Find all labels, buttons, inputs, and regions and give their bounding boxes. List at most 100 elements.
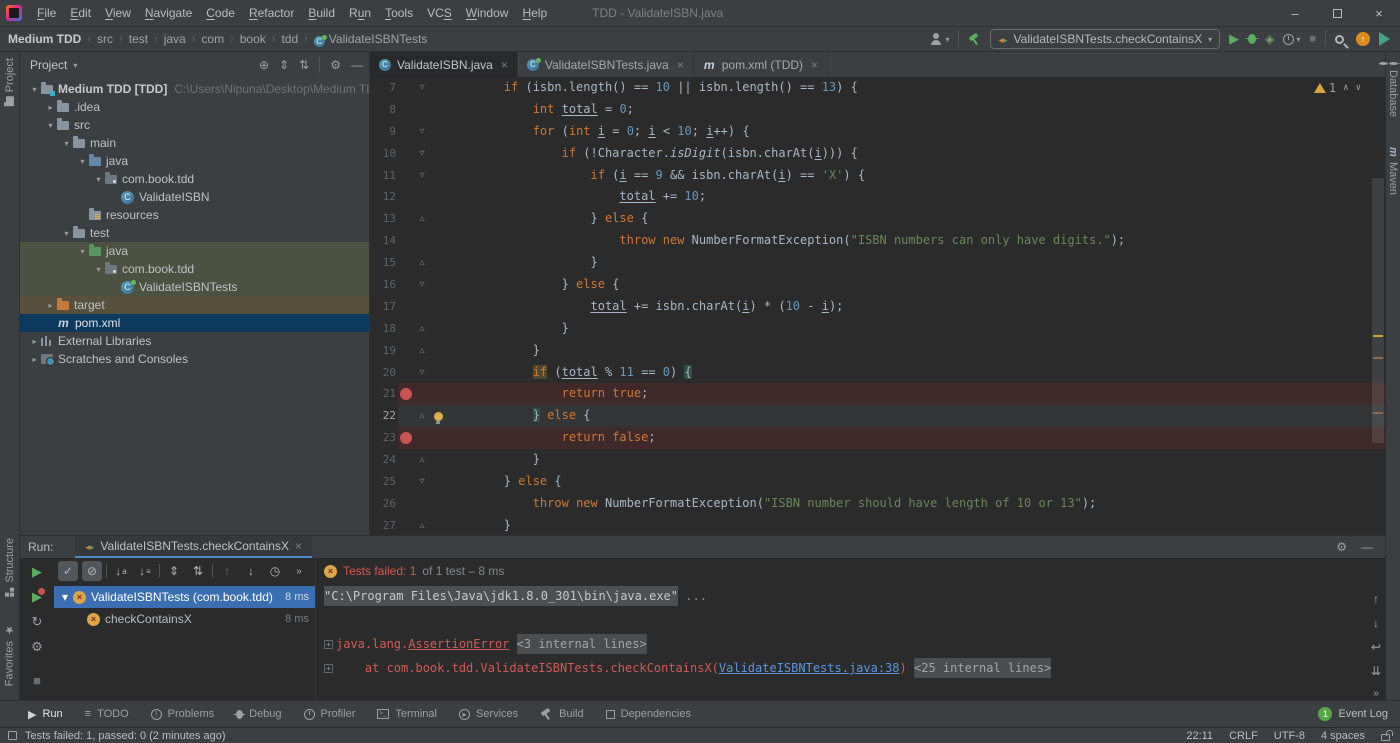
profiler-button[interactable]: ▾ xyxy=(1283,34,1300,45)
line-number[interactable]: 9 xyxy=(370,121,398,143)
line-number[interactable]: 17 xyxy=(370,296,398,318)
breadcrumb-item[interactable]: Medium TDD xyxy=(6,32,83,46)
fold-gutter[interactable] xyxy=(414,427,430,449)
next-problem-button[interactable]: ∨ xyxy=(1356,83,1361,93)
fold-gutter[interactable]: ▿ xyxy=(414,274,430,296)
tree-chevron-icon[interactable]: ▾ xyxy=(92,265,105,274)
tree-chevron-icon[interactable]: ▸ xyxy=(28,337,41,346)
fold-gutter[interactable]: ▿ xyxy=(414,471,430,493)
fold-gutter[interactable] xyxy=(414,296,430,318)
fold-marker-icon[interactable]: ▵ xyxy=(419,515,424,535)
fold-gutter[interactable]: ▵ xyxy=(414,340,430,362)
tool-window-button-todo[interactable]: ≡TODO xyxy=(85,708,129,720)
fold-gutter[interactable]: ▿ xyxy=(414,165,430,187)
build-project-button[interactable] xyxy=(968,33,981,46)
tree-chevron-icon[interactable]: ▾ xyxy=(28,85,41,94)
tree-chevron-icon[interactable]: ▾ xyxy=(44,121,57,130)
test-history-button[interactable]: ◷ xyxy=(265,561,285,581)
fold-marker-icon[interactable]: ▿ xyxy=(419,471,424,493)
clock-widget[interactable]: 22:11 xyxy=(1186,730,1213,742)
menu-item-tools[interactable]: Tools xyxy=(378,3,420,23)
show-passed-button[interactable]: ✓ xyxy=(58,561,78,581)
search-everywhere-button[interactable] xyxy=(1335,35,1344,44)
settings-gear-icon[interactable]: ⚙ xyxy=(1336,540,1347,554)
encoding-widget[interactable]: UTF-8 xyxy=(1274,730,1305,742)
fold-gutter[interactable]: ▿ xyxy=(414,143,430,165)
scroll-to-end-button[interactable]: ⇊ xyxy=(1371,664,1381,678)
event-log-button[interactable]: 1 Event Log xyxy=(1318,707,1388,721)
fold-marker-icon[interactable]: ▿ xyxy=(419,274,424,296)
breakpoint-gutter[interactable] xyxy=(398,383,414,405)
vcs-user-button[interactable]: ▾ xyxy=(930,33,949,45)
code-editor[interactable]: 7▿ if (isbn.length() == 10 || isbn.lengt… xyxy=(370,77,1385,535)
expand-all-button[interactable]: ⇕ xyxy=(164,561,184,581)
breakpoint-gutter[interactable] xyxy=(398,252,414,274)
tool-window-button-services[interactable]: ▸Services xyxy=(459,708,518,720)
fold-marker-icon[interactable]: ▵ xyxy=(419,208,424,230)
tool-stripe-favorites[interactable]: Favorites★ xyxy=(3,623,16,686)
fold-marker-icon[interactable]: ▿ xyxy=(419,165,424,187)
rerun-failed-tests-button[interactable]: ▶ xyxy=(32,589,42,605)
fold-gutter[interactable]: ▿ xyxy=(414,121,430,143)
next-failed-button[interactable]: ↓ xyxy=(241,561,261,581)
tree-chevron-icon[interactable]: ▾ xyxy=(92,175,105,184)
line-number[interactable]: 22 xyxy=(370,405,398,427)
indent-widget[interactable]: 4 spaces xyxy=(1321,730,1365,742)
update-notification-button[interactable]: ↑ xyxy=(1356,32,1370,46)
fold-gutter[interactable] xyxy=(414,186,430,208)
expand-all-button[interactable]: ⇕ xyxy=(279,58,289,72)
tool-stripe-project[interactable]: Project xyxy=(4,58,16,105)
intention-bulb-icon[interactable] xyxy=(434,412,443,421)
breakpoint-icon[interactable] xyxy=(400,432,412,444)
tool-stripe-structure[interactable]: Structure xyxy=(4,538,16,597)
show-ignored-button[interactable]: ⊘ xyxy=(82,561,102,581)
line-number[interactable]: 18 xyxy=(370,318,398,340)
fold-gutter[interactable] xyxy=(414,493,430,515)
sort-alphabetically-button[interactable]: ↓a xyxy=(111,561,131,581)
tree-item--idea[interactable]: ▸.idea xyxy=(20,98,369,116)
fold-gutter[interactable]: ▵ xyxy=(414,318,430,340)
breadcrumb-item[interactable]: test xyxy=(127,32,150,46)
unlocked-icon[interactable] xyxy=(1381,734,1390,741)
debug-button[interactable] xyxy=(1248,34,1256,44)
editor-tab-validateisbntests-java[interactable]: CValidateISBNTests.java× xyxy=(518,52,694,77)
ide-features-icon[interactable] xyxy=(1379,32,1390,46)
menu-item-refactor[interactable]: Refactor xyxy=(242,3,301,23)
run-configuration-select[interactable]: ◂▸ ValidateISBNTests.checkContainsX ▾ xyxy=(990,29,1220,49)
stack-trace-link[interactable]: ValidateISBNTests.java:38 xyxy=(719,658,900,678)
line-number[interactable]: 26 xyxy=(370,493,398,515)
breadcrumb-item[interactable]: src xyxy=(95,32,115,46)
line-number[interactable]: 19 xyxy=(370,340,398,362)
tree-item-validateisbn[interactable]: CValidateISBN xyxy=(20,188,369,206)
tool-window-button-run[interactable]: ▶Run xyxy=(28,708,63,721)
chevron-down-icon[interactable]: ▾ xyxy=(73,61,77,70)
restore-button[interactable] xyxy=(1316,0,1358,26)
breakpoint-gutter[interactable] xyxy=(398,405,414,427)
line-number[interactable]: 24 xyxy=(370,449,398,471)
fold-marker-icon[interactable]: ▵ xyxy=(419,449,424,471)
tree-item-java[interactable]: ▾java xyxy=(20,152,369,170)
tree-item-com-book-tdd[interactable]: ▾com.book.tdd xyxy=(20,170,369,188)
editor-tab-pom-xml-tdd-[interactable]: mpom.xml (TDD)× xyxy=(694,52,828,77)
tool-window-button-build[interactable]: Build xyxy=(540,708,583,721)
close-icon[interactable]: × xyxy=(677,58,684,72)
soft-wrap-button[interactable]: ↩ xyxy=(1371,640,1381,654)
line-number[interactable]: 23 xyxy=(370,427,398,449)
more-icon[interactable]: » xyxy=(1373,688,1379,699)
line-number[interactable]: 11 xyxy=(370,165,398,187)
tree-item-java[interactable]: ▾java xyxy=(20,242,369,260)
breadcrumb-item[interactable]: java xyxy=(162,32,188,46)
fold-gutter[interactable]: ▵ xyxy=(414,405,430,427)
run-tab[interactable]: ◂▸ ValidateISBNTests.checkContainsX × xyxy=(75,536,312,558)
tree-chevron-icon[interactable]: ▸ xyxy=(44,103,57,112)
run-button[interactable]: ▶ xyxy=(1229,31,1239,47)
sort-by-duration-button[interactable]: ↓≡ xyxy=(135,561,155,581)
tree-item-src[interactable]: ▾src xyxy=(20,116,369,134)
tool-window-button-debug[interactable]: Debug xyxy=(236,708,281,720)
tree-item-external-libraries[interactable]: ▸External Libraries xyxy=(20,332,369,350)
fold-gutter[interactable]: ▵ xyxy=(414,449,430,471)
scroll-up-button[interactable]: ↑ xyxy=(1373,592,1379,606)
minimize-button[interactable]: – xyxy=(1274,0,1316,26)
breakpoint-gutter[interactable] xyxy=(398,274,414,296)
tool-window-button-problems[interactable]: !Problems xyxy=(151,708,214,720)
